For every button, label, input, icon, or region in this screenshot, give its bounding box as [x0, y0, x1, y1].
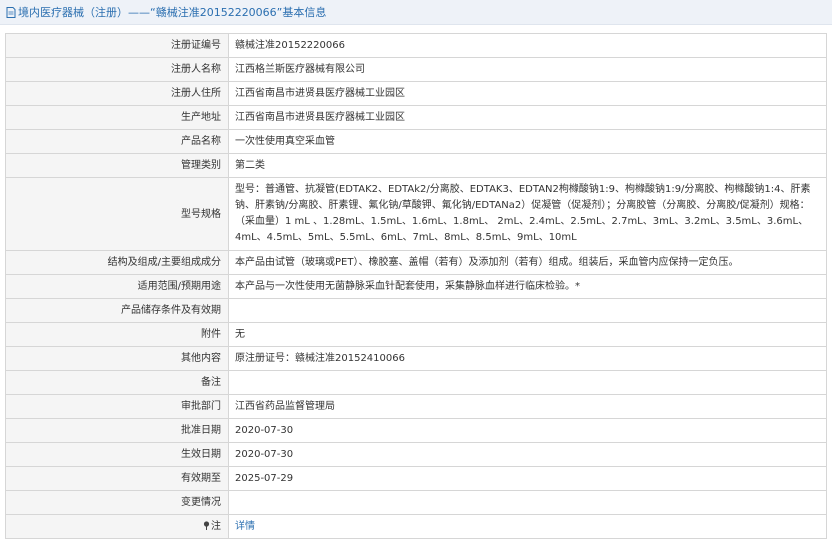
table-row: 结构及组成/主要组成成分 本产品由试管（玻璃或PET）、橡胶塞、盖帽（若有）及添加… [5, 250, 827, 275]
field-label: 附件 [5, 322, 229, 347]
table-row: 附件无 [5, 322, 827, 347]
field-label: 型号规格 [5, 177, 229, 251]
table-row: 备注 [5, 370, 827, 395]
field-value: 江西省南昌市进贤县医疗器械工业园区 [228, 81, 827, 106]
field-value [228, 370, 827, 395]
field-value: 原注册证号：赣械注准20152410066 [228, 346, 827, 371]
table-row: 生产地址 江西省南昌市进贤县医疗器械工业园区 [5, 105, 827, 130]
field-label: 其他内容 [5, 346, 229, 371]
field-value: 江西省南昌市进贤县医疗器械工业园区 [228, 105, 827, 130]
pin-icon [203, 521, 210, 530]
table-row: 注册证编号 赣械注准20152220066 [5, 33, 827, 58]
field-value [228, 490, 827, 515]
page-header: 境内医疗器械（注册）——“赣械注准20152220066”基本信息 [0, 0, 832, 25]
table-row: 注 详情 [5, 514, 827, 539]
field-value: 本产品由试管（玻璃或PET）、橡胶塞、盖帽（若有）及添加剂（若有）组成。组装后，… [228, 250, 827, 275]
field-label: 注册证编号 [5, 33, 229, 58]
table-row: 产品储存条件及有效期 [5, 298, 827, 323]
table-row: 注册人名称 江西格兰斯医疗器械有限公司 [5, 57, 827, 82]
field-value [228, 298, 827, 323]
field-label: 批准日期 [5, 418, 229, 443]
table-row: 生效日期 2020-07-30 [5, 442, 827, 467]
table-row: 型号规格 型号：普通管、抗凝管(EDTAK2、EDTAk2/分离胶、EDTAK3、… [5, 177, 827, 251]
info-table-container: 注册证编号 赣械注准20152220066 注册人名称 江西格兰斯医疗器械有限公司 注册… [5, 33, 827, 539]
field-label: 审批部门 [5, 394, 229, 419]
note-label: 注 [5, 514, 229, 539]
field-value: 本产品与一次性使用无菌静脉采血针配套使用，采集静脉血样进行临床检验。* [228, 274, 827, 299]
table-row: 注册人住所 江西省南昌市进贤县医疗器械工业园区 [5, 81, 827, 106]
field-label: 变更情况 [5, 490, 229, 515]
field-value: 2020-07-30 [228, 442, 827, 467]
field-value: 型号：普通管、抗凝管(EDTAK2、EDTAk2/分离胶、EDTAK3、EDTA… [228, 177, 827, 251]
field-value: 赣械注准20152220066 [228, 33, 827, 58]
table-row: 适用范围/预期用途 本产品与一次性使用无菌静脉采血针配套使用，采集静脉血样进行临床… [5, 274, 827, 299]
field-label: 注册人住所 [5, 81, 229, 106]
note-label-text: 注 [211, 521, 221, 532]
field-label: 有效期至 [5, 466, 229, 491]
info-table: 注册证编号 赣械注准20152220066 注册人名称 江西格兰斯医疗器械有限公司 注册… [5, 33, 827, 539]
detail-link[interactable]: 详情 [235, 521, 255, 532]
field-label: 产品储存条件及有效期 [5, 298, 229, 323]
table-row: 产品名称 一次性使用真空采血管 [5, 129, 827, 154]
field-label: 管理类别 [5, 153, 229, 178]
table-row: 变更情况 [5, 490, 827, 515]
field-value: 无 [228, 322, 827, 347]
table-row: 有效期至 2025-07-29 [5, 466, 827, 491]
table-row: 批准日期 2020-07-30 [5, 418, 827, 443]
field-value: 江西格兰斯医疗器械有限公司 [228, 57, 827, 82]
document-icon [6, 6, 16, 18]
table-row: 审批部门 江西省药品监督管理局 [5, 394, 827, 419]
field-label: 生效日期 [5, 442, 229, 467]
detail-cell: 详情 [228, 514, 827, 539]
field-value: 2020-07-30 [228, 418, 827, 443]
field-label: 生产地址 [5, 105, 229, 130]
field-value: 第二类 [228, 153, 827, 178]
field-label: 结构及组成/主要组成成分 [5, 250, 229, 275]
table-row: 其他内容 原注册证号：赣械注准20152410066 [5, 346, 827, 371]
field-value: 江西省药品监督管理局 [228, 394, 827, 419]
field-label: 注册人名称 [5, 57, 229, 82]
field-label: 适用范围/预期用途 [5, 274, 229, 299]
breadcrumb: 境内医疗器械（注册）——“赣械注准20152220066”基本信息 [18, 6, 327, 19]
field-value: 2025-07-29 [228, 466, 827, 491]
field-value: 一次性使用真空采血管 [228, 129, 827, 154]
field-label: 产品名称 [5, 129, 229, 154]
table-row: 管理类别 第二类 [5, 153, 827, 178]
field-label: 备注 [5, 370, 229, 395]
